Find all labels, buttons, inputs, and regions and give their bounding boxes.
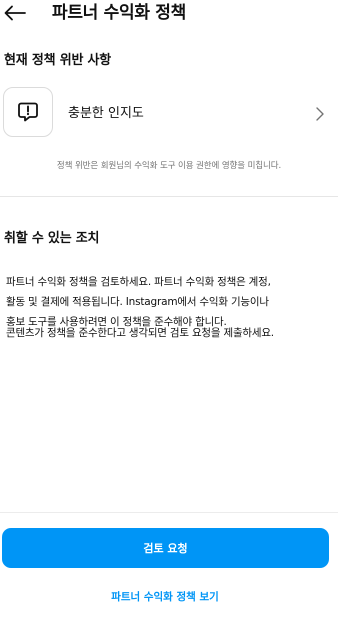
violation-notice: 정책 위반은 회원님의 수익화 도구 이용 권한에 영향을 미칩니다. — [56, 161, 282, 171]
actions-heading: 취할 수 있는 조치 — [4, 231, 100, 246]
violation-icon-box — [3, 87, 53, 137]
request-review-button[interactable]: 검토 요청 — [2, 528, 329, 568]
violation-item-insufficient-recognition[interactable]: 충분한 인지도 — [0, 86, 338, 142]
footer-divider — [0, 512, 338, 513]
chevron-right-icon — [316, 107, 324, 121]
violation-label: 충분한 인지도 — [68, 106, 144, 121]
header-bar: 파트너 수익화 정책 — [0, 0, 338, 28]
back-button[interactable] — [3, 2, 27, 24]
actions-paragraph-2: 콘텐츠가 정책을 준수한다고 생각되면 검토 요청을 제출하세요. — [6, 327, 274, 339]
page-title: 파트너 수익화 정책 — [52, 3, 186, 23]
arrow-left-icon — [4, 5, 26, 21]
view-policy-link[interactable]: 파트너 수익화 정책 보기 — [0, 589, 330, 605]
violations-heading: 현재 정책 위반 사항 — [4, 53, 112, 68]
section-divider — [0, 196, 338, 197]
alert-message-icon — [18, 102, 38, 122]
actions-paragraph-1-line-1: 파트너 수익화 정책을 검토하세요. 파트너 수익화 정책은 계정, — [6, 276, 271, 288]
actions-paragraph-1-line-2: 활동 및 결제에 적용됩니다. Instagram에서 수익화 기능이나 — [6, 296, 269, 308]
